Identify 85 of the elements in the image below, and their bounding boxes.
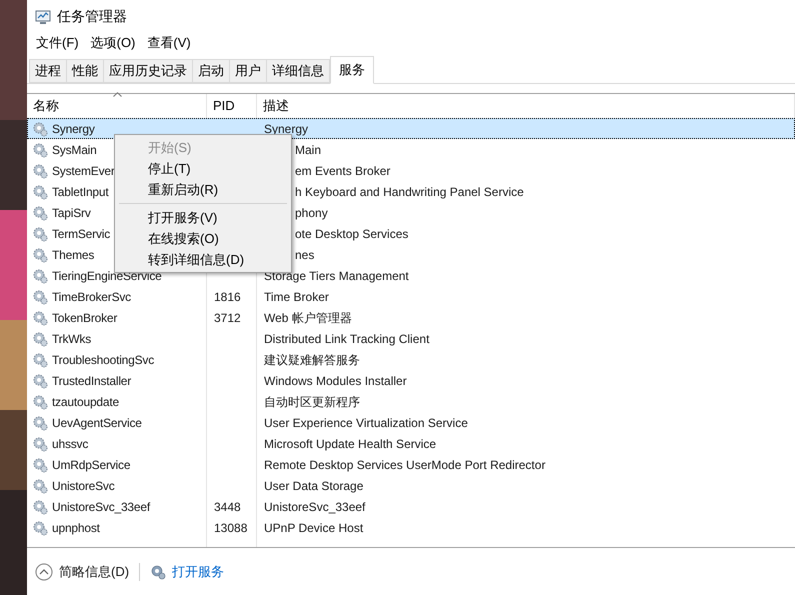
description-cell: User Experience Virtualization Service: [264, 416, 468, 430]
gear-icon: [32, 330, 48, 346]
description-cell: Remote Desktop Services UserMode Port Redirector: [264, 458, 546, 472]
service-name[interactable]: uhssvc: [52, 434, 88, 452]
service-name[interactable]: tzautoupdate: [52, 392, 119, 410]
gear-icon: [32, 478, 48, 494]
menu-item[interactable]: 打开服务(V): [115, 207, 291, 228]
description-cell: Distributed Link Tracking Client: [264, 332, 430, 346]
menu-item[interactable]: 停止(T): [115, 158, 291, 179]
pid-cell: 3712: [214, 310, 241, 324]
description-cell: Storage Tiers Management: [264, 268, 409, 282]
gear-icon: [32, 246, 48, 262]
gear-icon: [32, 288, 48, 304]
gear-icon: [32, 456, 48, 472]
pid-cell: 3448: [214, 500, 241, 514]
service-name[interactable]: TokenBroker: [52, 308, 118, 326]
gear-icon: [150, 564, 166, 580]
pid-cell: 1816: [214, 290, 241, 304]
selected-row[interactable]: Synergy Synergy: [27, 118, 795, 139]
description-cell: Time Broker: [264, 290, 329, 304]
tab[interactable]: 用户: [230, 59, 267, 83]
collapse-icon[interactable]: [35, 562, 53, 580]
description-cell: UnistoreSvc_33eef: [264, 500, 366, 514]
service-name[interactable]: TimeBrokerSvc: [52, 288, 131, 306]
menu-item[interactable]: 选项(O): [84, 33, 142, 53]
description-cell: 建议疑难解答服务: [264, 352, 360, 366]
service-name[interactable]: UevAgentService: [52, 414, 142, 432]
tab[interactable]: 服务: [330, 56, 374, 84]
monitor-icon: [35, 8, 51, 24]
service-name[interactable]: UmRdpService: [52, 456, 130, 474]
gear-icon: [32, 142, 48, 158]
service-name[interactable]: TabletInput: [52, 182, 109, 200]
service-name[interactable]: SystemEver: [52, 162, 115, 180]
service-name[interactable]: upnphost: [52, 518, 100, 536]
gear-icon: [32, 498, 48, 514]
description-cell: Main: [295, 142, 322, 156]
menu-item[interactable]: 文件(F): [30, 33, 85, 53]
window-title: 任务管理器: [57, 7, 127, 26]
gear-icon: [32, 394, 48, 410]
menu-item[interactable]: 重新启动(R): [115, 179, 291, 200]
service-name[interactable]: TapiSrv: [52, 204, 91, 222]
service-name[interactable]: Synergy: [52, 120, 95, 138]
service-name[interactable]: TroubleshootingSvc: [52, 350, 154, 368]
description-cell: Microsoft Update Health Service: [264, 436, 436, 450]
description-cell: phony: [295, 206, 328, 220]
description-cell: ote Desktop Services: [295, 226, 408, 240]
details-toggle[interactable]: 简略信息(D): [59, 562, 130, 582]
gear-icon: [32, 184, 48, 200]
tab[interactable]: 启动: [193, 59, 230, 83]
description-cell: em Events Broker: [295, 164, 390, 178]
service-name[interactable]: SysMain: [52, 140, 97, 158]
gear-icon: [32, 162, 48, 178]
service-name[interactable]: UnistoreSvc: [52, 476, 114, 494]
description-cell: nes: [295, 248, 314, 262]
service-name[interactable]: Themes: [52, 246, 94, 264]
tab[interactable]: 进程: [29, 59, 67, 83]
tab[interactable]: 应用历史记录: [104, 59, 193, 83]
description-cell: User Data Storage: [264, 478, 364, 492]
description-cell: Windows Modules Installer: [264, 374, 407, 388]
description-cell: UPnP Device Host: [264, 520, 364, 534]
gear-icon: [32, 372, 48, 388]
description-cell: Web 帐户管理器: [264, 310, 352, 324]
service-name[interactable]: UnistoreSvc_33eef: [52, 498, 150, 516]
sort-caret-icon: [113, 92, 122, 97]
service-name[interactable]: TermServic: [52, 224, 110, 242]
description-cell: 自动时区更新程序: [264, 394, 360, 408]
service-name[interactable]: TrkWks: [52, 330, 92, 348]
service-name[interactable]: TrustedInstaller: [52, 372, 132, 390]
tab[interactable]: 性能: [67, 59, 104, 83]
gear-icon: [32, 436, 48, 452]
gear-icon: [32, 120, 48, 136]
description-cell: Synergy: [264, 122, 308, 136]
gear-icon: [32, 226, 48, 242]
pid-cell: 13088: [214, 520, 248, 534]
gear-icon: [32, 310, 48, 326]
gear-icon: [32, 520, 48, 536]
open-services-link[interactable]: 打开服务: [172, 562, 224, 582]
tab[interactable]: 详细信息: [267, 59, 330, 83]
menu-item[interactable]: 查看(V): [141, 33, 197, 53]
gear-icon: [32, 352, 48, 368]
description-cell: h Keyboard and Handwriting Panel Service: [295, 184, 524, 198]
gear-icon: [32, 414, 48, 430]
menu-item[interactable]: 在线搜索(O): [115, 228, 291, 249]
gear-icon: [32, 268, 48, 284]
gear-icon: [32, 204, 48, 220]
